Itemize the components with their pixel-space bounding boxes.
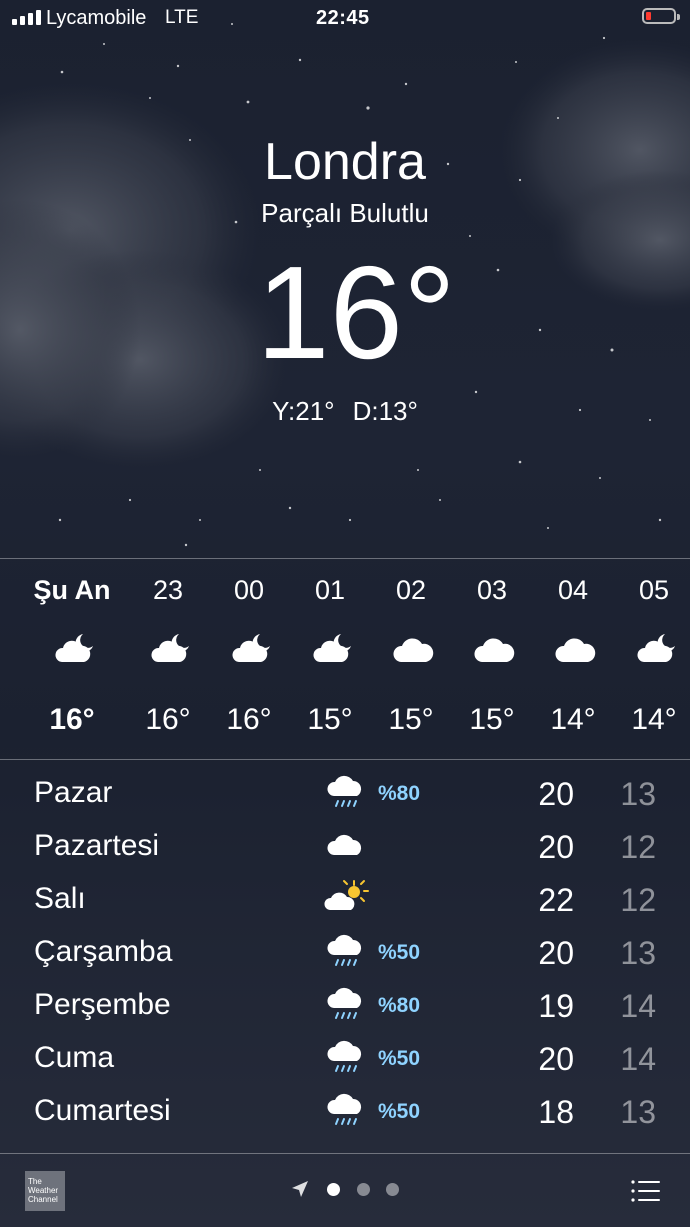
day-low: 13	[620, 776, 656, 812]
page-indicator-dot[interactable]	[327, 1183, 340, 1196]
network-type: LTE	[165, 7, 199, 28]
low-temperature: D:13°	[352, 396, 418, 426]
status-bar: Lycamobile LTE 22:45	[0, 0, 690, 38]
day-low: 14	[620, 1041, 656, 1077]
day-name: Pazar	[34, 776, 113, 809]
hourly-item: 01 15°	[285, 559, 375, 759]
partly-cloudy-night-icon	[313, 634, 351, 662]
hour-label: 02	[395, 575, 427, 605]
hourly-item: 03 15°	[447, 559, 537, 759]
day-name: Çarşamba	[34, 935, 173, 968]
current-condition: Parçalı Bulutlu	[261, 198, 429, 228]
high-low-temperature: Y:21° D:13°	[0, 396, 690, 427]
current-temperature: 16°	[256, 239, 456, 386]
day-high: 20	[538, 935, 574, 971]
day-high: 20	[538, 829, 574, 865]
day-low: 13	[620, 935, 656, 971]
partly-cloudy-night-icon	[55, 634, 93, 662]
hour-temperature: 16°	[145, 703, 191, 736]
hour-temperature: 14°	[631, 703, 677, 736]
carrier-name: Lycamobile	[46, 7, 147, 29]
day-high: 20	[538, 776, 574, 812]
battery-icon	[642, 8, 680, 24]
hour-label: 03	[476, 575, 508, 605]
rain-icon	[327, 1040, 362, 1072]
logo-line: The	[28, 1177, 42, 1186]
day-high: 20	[538, 1041, 574, 1077]
daily-row: Perşembe %80 19 14	[0, 978, 690, 1031]
hour-temperature: 16°	[226, 703, 272, 736]
city-list-icon[interactable]	[631, 1179, 661, 1203]
hourly-item: 04 14°	[528, 559, 618, 759]
cloud-icon	[393, 638, 434, 662]
page-indicator-dot[interactable]	[386, 1183, 399, 1196]
daily-row: Cumartesi %50 18 13	[0, 1084, 690, 1137]
signal-strength-icon	[12, 10, 41, 25]
hourly-forecast[interactable]: Şu An 16° 23 16° 00 16° 01 15° 02 15° 03…	[0, 559, 690, 759]
hourly-item: Şu An 16°	[27, 559, 117, 759]
day-high: 19	[538, 988, 574, 1024]
hour-temperature: 14°	[550, 703, 596, 736]
rain-icon	[327, 934, 362, 966]
precipitation-chance: %80	[378, 782, 421, 805]
daily-row: Pazar %80 20 13	[0, 766, 690, 819]
day-name: Cumartesi	[34, 1094, 171, 1127]
day-high: 22	[538, 882, 574, 918]
partly-cloudy-night-icon	[232, 634, 270, 662]
day-low: 13	[620, 1094, 656, 1130]
weather-channel-logo[interactable]: The Weather Channel	[25, 1171, 65, 1211]
rain-icon	[327, 775, 362, 807]
precipitation-chance: %80	[378, 994, 421, 1017]
day-name: Salı	[34, 882, 86, 915]
page-indicator-dot[interactable]	[357, 1183, 370, 1196]
daily-row: Pazartesi 20 12	[0, 819, 690, 872]
hourly-item: 02 15°	[366, 559, 456, 759]
divider	[0, 759, 690, 760]
logo-line: Weather	[28, 1186, 59, 1195]
rain-icon	[327, 987, 362, 1019]
bottom-toolbar: The Weather Channel	[0, 1155, 690, 1227]
status-time: 22:45	[316, 7, 370, 29]
cloud-icon	[327, 834, 362, 855]
cloud-icon	[474, 638, 515, 662]
high-temperature: Y:21°	[272, 396, 335, 426]
city-name: Londra	[264, 133, 426, 191]
hour-label: 01	[314, 575, 346, 605]
hour-label: 23	[152, 575, 184, 605]
hour-label: 00	[233, 575, 265, 605]
hour-temperature: 15°	[307, 703, 353, 736]
logo-line: Channel	[28, 1195, 58, 1204]
day-name: Cuma	[34, 1041, 115, 1074]
day-low: 12	[620, 829, 656, 865]
daily-row: Salı 22 12	[0, 872, 690, 925]
cloud-icon	[555, 638, 596, 662]
hour-temperature: 15°	[469, 703, 515, 736]
hour-label: 04	[557, 575, 589, 605]
partly-sunny-icon	[324, 880, 369, 910]
day-high: 18	[538, 1094, 574, 1130]
hour-temperature: 15°	[388, 703, 434, 736]
partly-cloudy-night-icon	[637, 634, 675, 662]
hour-label: 05	[638, 575, 670, 605]
hour-temperature: 16°	[49, 703, 95, 736]
daily-row: Çarşamba %50 20 13	[0, 925, 690, 978]
precipitation-chance: %50	[378, 1100, 421, 1123]
precipitation-chance: %50	[378, 1047, 421, 1070]
day-low: 12	[620, 882, 656, 918]
day-name: Perşembe	[34, 988, 171, 1021]
divider	[0, 1153, 690, 1154]
day-name: Pazartesi	[34, 829, 160, 862]
hourly-item: 00 16°	[204, 559, 294, 759]
rain-icon	[327, 1093, 362, 1125]
location-arrow-icon	[292, 1181, 308, 1197]
hourly-item: 23 16°	[123, 559, 213, 759]
partly-cloudy-night-icon	[151, 634, 189, 662]
day-low: 14	[620, 988, 656, 1024]
precipitation-chance: %50	[378, 941, 421, 964]
hour-label: Şu An	[33, 575, 111, 605]
hourly-item: 05 14°	[609, 559, 690, 759]
daily-row: Cuma %50 20 14	[0, 1031, 690, 1084]
